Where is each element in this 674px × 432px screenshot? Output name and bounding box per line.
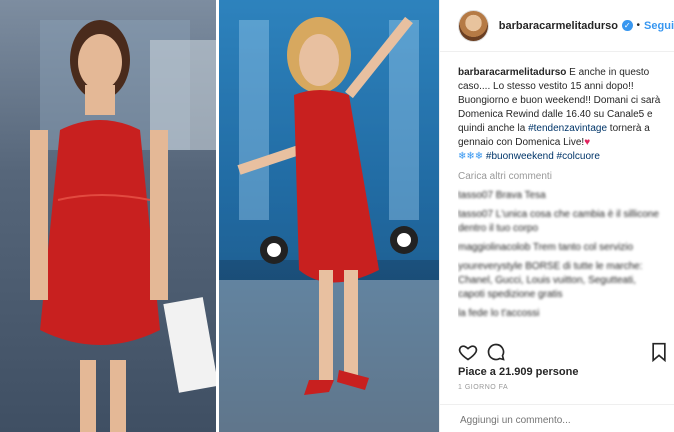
caption-username[interactable]: barbaracarmelitadurso: [458, 67, 566, 78]
comment-item: maggiolinacolob Trem tanto col servizio: [458, 242, 634, 253]
action-bar: [458, 340, 668, 364]
post-sidebar: barbaracarmelitadurso ✓ • Segui barbarac…: [439, 0, 674, 432]
comment-item: la fede lo t'accossi: [458, 308, 540, 319]
caption: barbaracarmelitadurso E anche in questo …: [458, 66, 664, 164]
avatar[interactable]: [458, 9, 489, 42]
username-link[interactable]: barbaracarmelitadurso: [499, 20, 618, 32]
bookmark-icon[interactable]: [650, 342, 668, 362]
comment-item: youreverystyle BORSE di tutte le marche:…: [458, 261, 643, 300]
woman-red-dress-left-illustration: [30, 20, 216, 432]
hashtag-tendenzavintage[interactable]: #tendenzavintage: [528, 123, 607, 134]
hashtag-colcuore[interactable]: #colcuore: [557, 151, 600, 162]
verified-badge-icon: ✓: [621, 20, 633, 31]
load-more-comments[interactable]: Carica altri commenti: [458, 170, 664, 184]
comment-item: tasso07 Brava Tesa: [458, 190, 546, 201]
snowflake-emoji-icon: ❄❄❄: [458, 151, 484, 162]
comments-section: barbaracarmelitadurso E anche in questo …: [458, 66, 664, 336]
post-image[interactable]: [0, 0, 440, 432]
hashtag-buonweekend[interactable]: #buonweekend: [486, 151, 554, 162]
post-header: barbaracarmelitadurso ✓ • Segui: [440, 0, 674, 52]
add-comment-input[interactable]: [458, 414, 652, 427]
likes-count[interactable]: Piace a 21.909 persone: [458, 366, 578, 378]
post-time: 1 GIORNO FA: [458, 384, 509, 391]
separator-dot: •: [636, 20, 641, 31]
add-comment-bar: [440, 404, 674, 432]
follow-button[interactable]: Segui: [644, 20, 674, 32]
heart-icon[interactable]: [458, 342, 478, 362]
heart-emoji-icon: ♥: [584, 137, 591, 148]
left-photo-panel: [0, 0, 216, 432]
comment-item: tasso07 L'unica cosa che cambia è il sil…: [458, 209, 659, 234]
comment-icon[interactable]: [486, 342, 506, 362]
woman-red-dress-right-illustration: [219, 0, 440, 432]
right-photo-panel: [219, 0, 440, 432]
